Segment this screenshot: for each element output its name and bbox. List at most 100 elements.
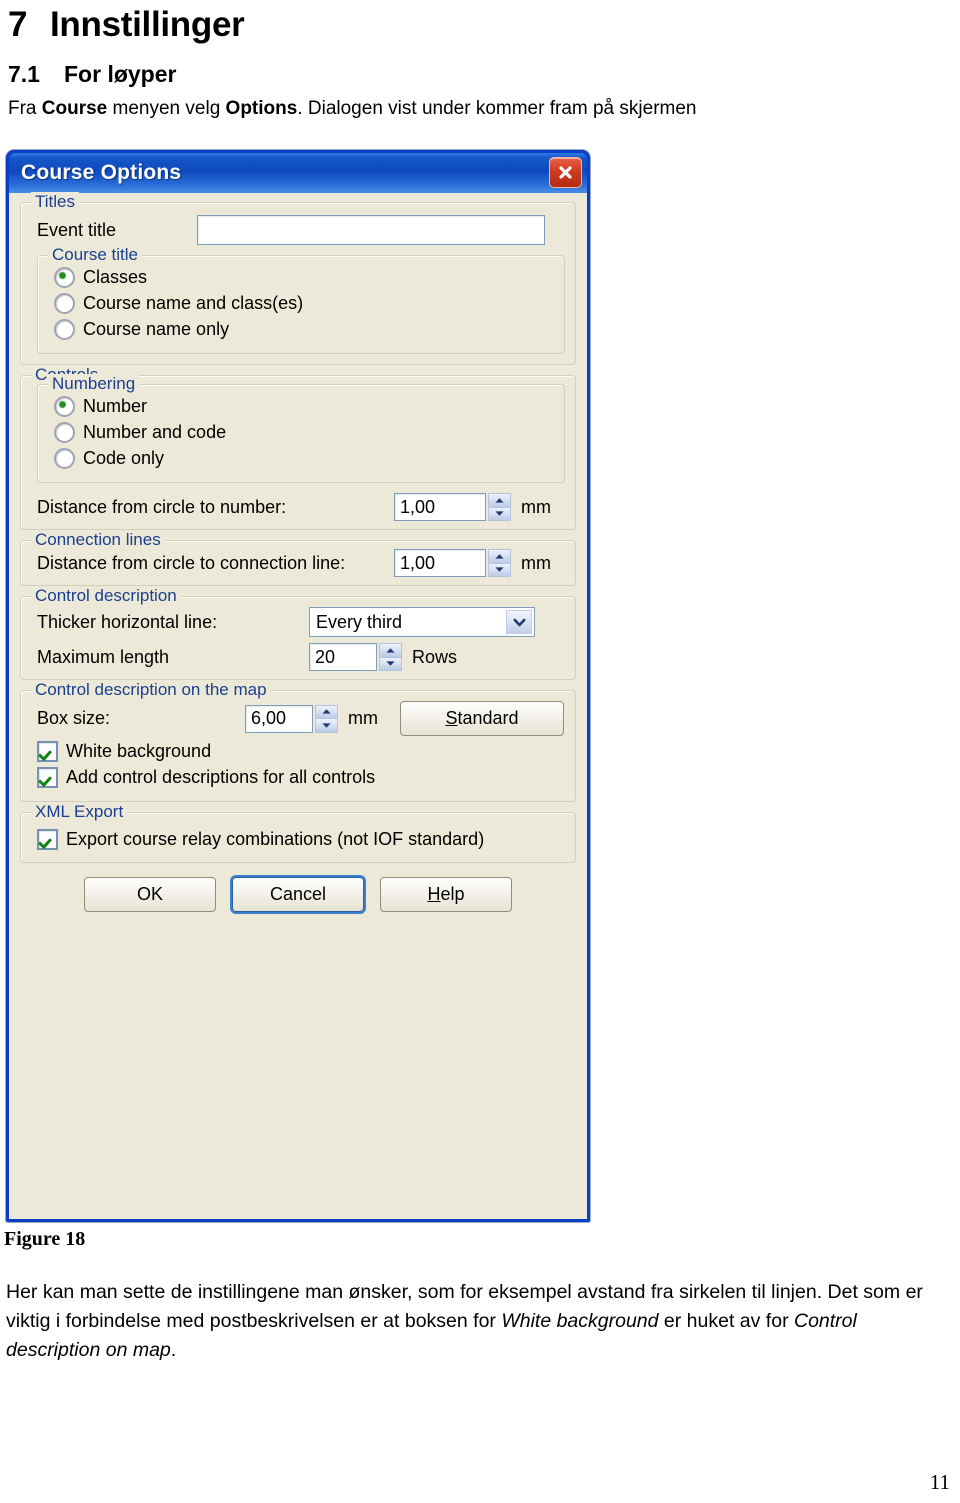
radio-course-name-and-classes[interactable]: Course name and class(es)	[54, 293, 554, 314]
box-size-label: Box size:	[37, 708, 111, 728]
intro-menu-name: Course	[41, 98, 108, 119]
page-number: 11	[929, 1470, 950, 1494]
distance-circle-number-spin-buttons[interactable]	[488, 493, 511, 521]
spin-up-icon[interactable]	[488, 549, 511, 563]
group-numbering: Numbering Number Number and code Code on…	[37, 374, 565, 483]
thicker-line-value: Every third	[316, 611, 403, 632]
radio-classes[interactable]: Classes	[54, 267, 554, 288]
help-button-accesskey: H	[427, 884, 441, 904]
maximum-length-stepper[interactable]: 20	[309, 643, 402, 671]
radio-code-only[interactable]: Code only	[54, 448, 554, 469]
distance-connection-line-spin-buttons[interactable]	[488, 549, 511, 577]
radio-code-only-label: Code only	[83, 448, 165, 468]
thicker-line-select[interactable]: Every third	[309, 607, 535, 637]
event-title-label: Event title	[37, 219, 117, 240]
dialog-title: Course Options	[21, 161, 182, 184]
group-connection-lines: Connection lines Distance from circle to…	[20, 530, 576, 586]
maximum-length-input[interactable]: 20	[309, 643, 377, 671]
radio-code-only-icon	[54, 448, 75, 469]
section-title: For løyper	[64, 61, 177, 87]
maximum-length-spin-buttons[interactable]	[379, 643, 402, 671]
radio-course-name-only-label: Course name only	[83, 319, 230, 339]
group-titles: Titles Event title Course title Classes …	[20, 192, 576, 365]
group-control-description-on-map-legend: Control description on the map	[31, 680, 271, 700]
intro-suffix: . Dialogen vist under kommer fram på skj…	[297, 98, 697, 119]
body-emph-white-background: White background	[501, 1310, 659, 1332]
intro-prefix: Fra	[8, 98, 42, 119]
distance-connection-line-stepper[interactable]: 1,00	[394, 549, 511, 577]
standard-button[interactable]: SStandardtandard	[400, 701, 564, 736]
distance-circle-number-input[interactable]: 1,00	[394, 493, 486, 521]
body-line-2-c: .	[170, 1339, 177, 1361]
group-xml-export: XML Export Export course relay combinati…	[20, 802, 576, 863]
radio-course-name-and-classes-icon	[54, 293, 75, 314]
checkbox-add-control-descriptions-label: Add control descriptions for all control…	[66, 767, 376, 787]
event-title-input[interactable]	[197, 215, 545, 245]
spin-down-icon[interactable]	[315, 718, 338, 733]
distance-connection-line-input[interactable]: 1,00	[394, 549, 486, 577]
checkbox-white-background-label: White background	[66, 741, 212, 761]
group-course-title-legend: Course title	[48, 245, 142, 265]
spin-up-icon[interactable]	[315, 704, 338, 718]
cancel-button[interactable]: Cancel	[232, 877, 364, 912]
chapter-title: Innstillinger	[50, 5, 245, 44]
spin-down-icon[interactable]	[488, 562, 511, 577]
distance-connection-line-unit: mm	[521, 552, 551, 573]
radio-course-name-and-classes-label: Course name and class(es)	[83, 293, 304, 313]
spin-up-icon[interactable]	[379, 643, 402, 657]
thicker-line-row: Thicker horizontal line: Every third	[37, 607, 565, 637]
intro-paragraph: Fra Course menyen velg Options. Dialogen…	[8, 97, 960, 121]
group-controls: Controls Numbering Number Number and cod…	[20, 365, 576, 530]
radio-number-icon	[54, 396, 75, 417]
spin-down-icon[interactable]	[488, 506, 511, 521]
checkbox-add-control-descriptions[interactable]: Add control descriptions for all control…	[37, 767, 565, 788]
checkbox-white-background[interactable]: White background	[37, 741, 565, 762]
intro-middle: menyen velg	[107, 98, 226, 119]
close-icon[interactable]	[549, 157, 582, 188]
section-number: 7.1	[8, 61, 40, 87]
group-course-title: Course title Classes Course name and cla…	[37, 245, 565, 354]
distance-circle-number-label: Distance from circle to number:	[37, 496, 287, 517]
distance-connection-line-label: Distance from circle to connection line:	[37, 552, 346, 573]
distance-connection-line-row: Distance from circle to connection line:…	[37, 549, 565, 577]
intro-menu-item: Options	[225, 98, 298, 119]
spin-up-icon[interactable]	[488, 493, 511, 507]
checkbox-white-background-icon	[37, 741, 58, 762]
checkbox-export-relay-combinations-icon	[37, 829, 58, 850]
radio-course-name-only[interactable]: Course name only	[54, 319, 554, 340]
group-connection-lines-legend: Connection lines	[31, 530, 165, 550]
group-control-description-on-map: Control description on the map Box size:…	[20, 680, 576, 802]
box-size-input[interactable]: 6,00	[245, 704, 313, 733]
box-size-stepper[interactable]: 6,00	[245, 704, 338, 733]
group-titles-legend: Titles	[31, 192, 79, 212]
radio-number-and-code[interactable]: Number and code	[54, 422, 554, 443]
standard-button-accesskey: S	[445, 708, 458, 728]
maximum-length-row: Maximum length 20 Rows	[37, 643, 565, 671]
radio-number-and-code-label: Number and code	[83, 422, 227, 442]
spin-down-icon[interactable]	[379, 656, 402, 671]
distance-circle-number-stepper[interactable]: 1,00	[394, 493, 511, 521]
radio-number-and-code-icon	[54, 422, 75, 443]
distance-circle-number-unit: mm	[521, 496, 551, 517]
body-paragraph: Her kan man sette de instillingene man ø…	[6, 1278, 950, 1365]
dialog-titlebar[interactable]: Course Options	[9, 153, 587, 193]
group-control-description-legend: Control description	[31, 586, 181, 606]
maximum-length-label: Maximum length	[37, 646, 170, 667]
radio-number[interactable]: Number	[54, 396, 554, 417]
group-xml-export-legend: XML Export	[31, 802, 128, 822]
box-size-spin-buttons[interactable]	[315, 704, 338, 733]
distance-circle-number-row: Distance from circle to number: 1,00 mm	[37, 493, 565, 521]
radio-number-label: Number	[83, 396, 148, 416]
body-line-1: Her kan man sette de instillingene man ø…	[6, 1281, 823, 1303]
group-control-description: Control description Thicker horizontal l…	[20, 586, 576, 680]
help-button-rest: elp	[440, 884, 465, 904]
section-heading: 7.1 For løyper	[8, 60, 960, 88]
dialog-button-row: OK Cancel Help	[20, 877, 576, 912]
ok-button[interactable]: OK	[84, 877, 216, 912]
box-size-row: Box size: 6,00 mm SStandardtandard	[37, 701, 565, 736]
box-size-unit: mm	[348, 708, 378, 728]
chevron-down-icon[interactable]	[506, 610, 532, 634]
help-button[interactable]: Help	[380, 877, 512, 912]
checkbox-export-relay-combinations[interactable]: Export course relay combinations (not IO…	[37, 829, 565, 850]
figure-caption: Figure 18	[4, 1228, 86, 1250]
